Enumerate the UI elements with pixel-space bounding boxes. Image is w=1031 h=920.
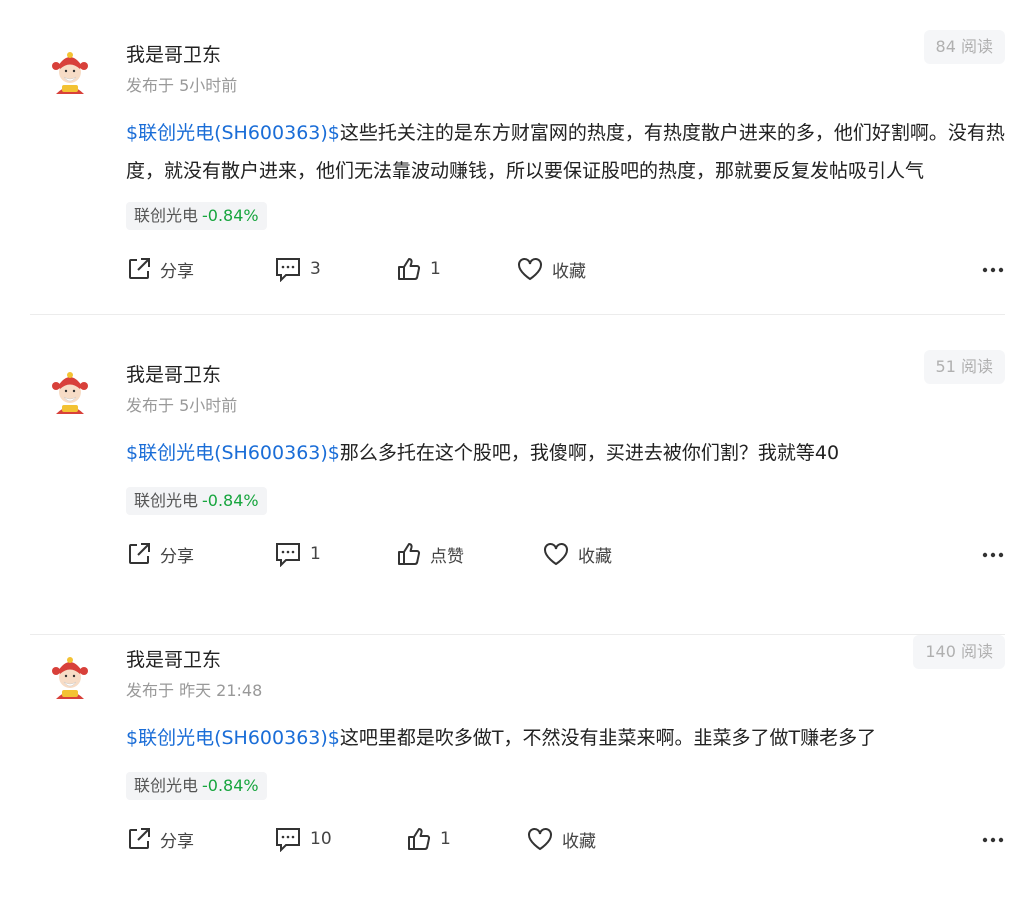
publish-time: 发布于 5小时前 xyxy=(126,76,238,95)
avatar[interactable] xyxy=(42,649,98,705)
heart-icon xyxy=(544,543,568,566)
post-content[interactable]: $联创光电(SH600363)$那么多托在这个股吧，我傻啊，买进去被你们割？我就… xyxy=(126,434,1006,472)
avatar[interactable] xyxy=(42,364,98,420)
like-label: 1 xyxy=(440,829,451,849)
collect-label: 收藏 xyxy=(552,261,586,282)
collect-button[interactable]: 收藏 xyxy=(516,256,586,282)
heart-icon xyxy=(528,828,552,851)
publish-time: 发布于 昨天 21:48 xyxy=(126,681,263,700)
stock-tag[interactable]: 联创光电 -0.84% xyxy=(126,202,267,230)
like-icon xyxy=(408,828,431,850)
stock-tag-change: -0.84% xyxy=(202,491,259,510)
like-icon xyxy=(398,543,421,565)
stock-link[interactable]: $联创光电(SH600363)$ xyxy=(126,727,340,749)
share-button[interactable]: 分享 xyxy=(126,541,194,567)
comment-icon xyxy=(276,258,300,282)
post-card: 我是哥卫东 发布于 昨天 21:48 140 阅读 $联创光电(SH600363… xyxy=(30,635,1005,920)
share-icon xyxy=(129,828,150,849)
post-text: 这吧里都是吹多做T，不然没有韭菜来啊。韭菜多了做T赚老多了 xyxy=(339,727,877,749)
post-card: 我是哥卫东 发布于 5小时前 51 阅读 $联创光电(SH600363)$那么多… xyxy=(30,350,1005,635)
share-label: 分享 xyxy=(160,831,194,852)
comment-count: 3 xyxy=(310,259,321,279)
stock-tag-name: 联创光电 xyxy=(134,206,199,225)
comment-count: 10 xyxy=(310,829,332,849)
like-button[interactable]: 1 xyxy=(406,826,451,852)
comment-button[interactable]: 10 xyxy=(274,826,332,852)
post-card: 我是哥卫东 发布于 5小时前 84 阅读 $联创光电(SH600363)$这些托… xyxy=(30,30,1005,315)
comment-count: 1 xyxy=(310,544,321,564)
post-text: 那么多托在这个股吧，我傻啊，买进去被你们割？我就等40 xyxy=(339,442,840,464)
share-label: 分享 xyxy=(160,546,194,567)
more-icon xyxy=(982,837,1004,843)
more-button[interactable] xyxy=(981,543,1005,571)
like-button[interactable]: 点赞 xyxy=(396,541,464,567)
share-icon xyxy=(129,258,150,279)
collect-label: 收藏 xyxy=(562,831,596,852)
read-count-badge: 84 阅读 xyxy=(923,30,1005,64)
stock-tag-name: 联创光电 xyxy=(134,491,199,510)
share-button[interactable]: 分享 xyxy=(126,256,194,282)
stock-tag-name: 联创光电 xyxy=(134,776,199,795)
stock-tag[interactable]: 联创光电 -0.84% xyxy=(126,487,267,515)
stock-link[interactable]: $联创光电(SH600363)$ xyxy=(126,442,340,464)
stock-tag-change: -0.84% xyxy=(202,206,259,225)
more-button[interactable] xyxy=(981,828,1005,856)
post-content[interactable]: $联创光电(SH600363)$这吧里都是吹多做T，不然没有韭菜来啊。韭菜多了做… xyxy=(126,719,1006,757)
author-name[interactable]: 我是哥卫东 xyxy=(126,40,221,67)
like-icon xyxy=(398,258,421,280)
stock-tag[interactable]: 联创光电 -0.84% xyxy=(126,772,267,800)
collect-button[interactable]: 收藏 xyxy=(542,541,612,567)
comment-button[interactable]: 1 xyxy=(274,541,321,567)
stock-link[interactable]: $联创光电(SH600363)$ xyxy=(126,122,340,144)
post-content[interactable]: $联创光电(SH600363)$这些托关注的是东方财富网的热度，有热度散户进来的… xyxy=(126,114,1006,190)
share-label: 分享 xyxy=(160,261,194,282)
more-icon xyxy=(982,267,1004,273)
like-label: 1 xyxy=(430,259,441,279)
heart-icon xyxy=(518,258,542,281)
collect-button[interactable]: 收藏 xyxy=(526,826,596,852)
stock-tag-change: -0.84% xyxy=(202,776,259,795)
collect-label: 收藏 xyxy=(578,546,612,567)
share-button[interactable]: 分享 xyxy=(126,826,194,852)
comment-icon xyxy=(276,828,300,852)
comment-button[interactable]: 3 xyxy=(274,256,321,282)
like-button[interactable]: 1 xyxy=(396,256,441,282)
publish-time: 发布于 5小时前 xyxy=(126,396,238,415)
author-name[interactable]: 我是哥卫东 xyxy=(126,645,221,672)
read-count-badge: 140 阅读 xyxy=(913,635,1005,669)
more-button[interactable] xyxy=(981,258,1005,286)
more-icon xyxy=(982,552,1004,558)
like-label: 点赞 xyxy=(430,546,464,567)
author-name[interactable]: 我是哥卫东 xyxy=(126,360,221,387)
comment-icon xyxy=(276,543,300,567)
avatar[interactable] xyxy=(42,44,98,100)
read-count-badge: 51 阅读 xyxy=(923,350,1005,384)
share-icon xyxy=(129,543,150,564)
